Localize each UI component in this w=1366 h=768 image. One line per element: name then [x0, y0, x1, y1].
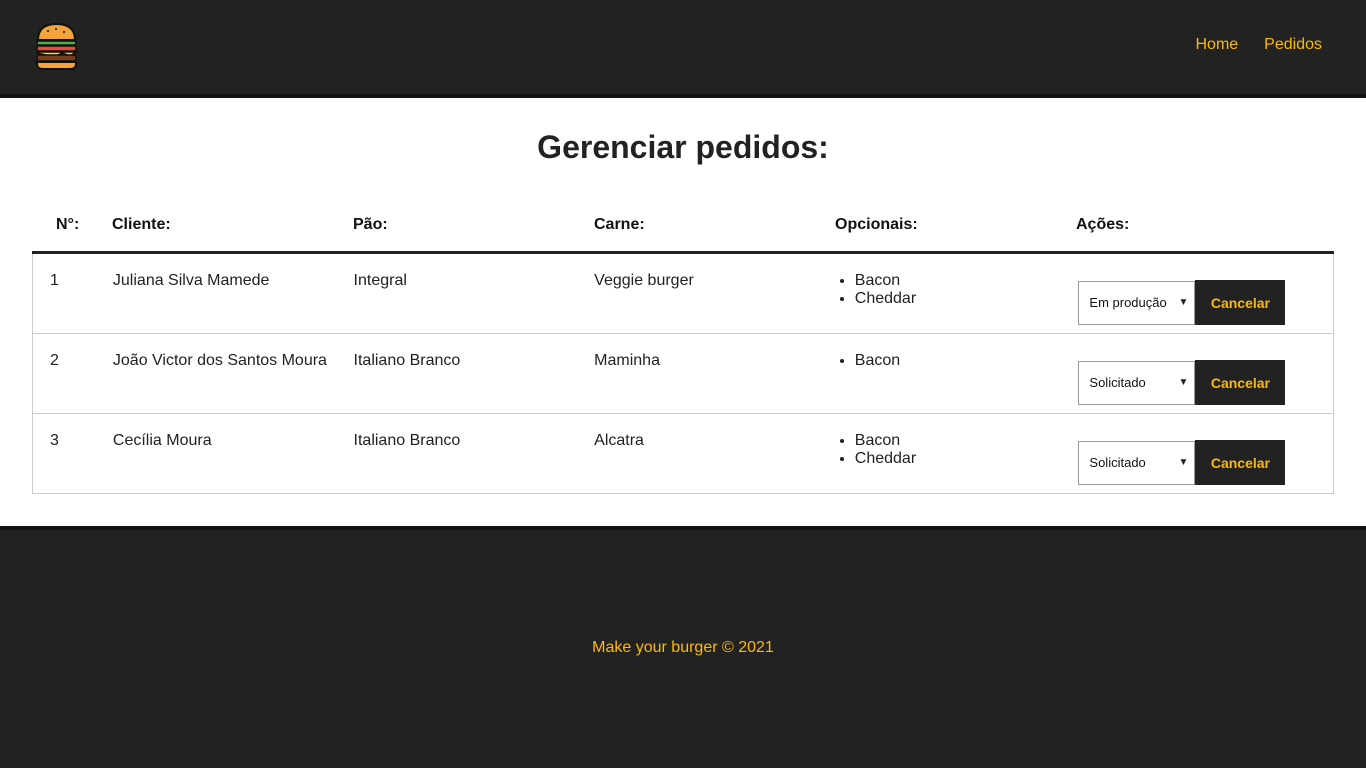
order-options: Bacon Cheddar	[835, 414, 1076, 493]
table-row: 1 Juliana Silva Mamede Integral Veggie b…	[32, 254, 1334, 334]
header-client: Cliente:	[112, 215, 171, 233]
chevron-down-icon: ▼	[1178, 297, 1189, 308]
orders-table: N°: Cliente: Pão: Carne: Opcionais: Açõe…	[32, 196, 1334, 494]
page-title: Gerenciar pedidos:	[537, 129, 829, 165]
burger-icon[interactable]	[34, 22, 79, 70]
header-bread: Pão:	[353, 215, 388, 233]
cancel-button[interactable]: Cancelar	[1195, 360, 1286, 405]
status-select-value: Em produção	[1089, 295, 1167, 310]
order-bread: Integral	[353, 272, 407, 289]
table-row: 3 Cecília Moura Italiano Branco Alcatra …	[32, 414, 1334, 494]
order-meat: Veggie burger	[594, 272, 694, 289]
nav-home-link[interactable]: Home	[1195, 36, 1238, 54]
order-bread: Italiano Branco	[353, 352, 461, 369]
order-options: Bacon Cheddar	[835, 254, 1076, 333]
status-select[interactable]: Solicitado ▼	[1078, 440, 1196, 485]
cancel-button[interactable]: Cancelar	[1195, 280, 1286, 325]
nav-orders-link[interactable]: Pedidos	[1264, 36, 1322, 54]
status-select-value: Solicitado	[1089, 455, 1146, 470]
navbar: Home Pedidos	[0, 0, 1366, 98]
header-actions: Ações:	[1076, 215, 1130, 233]
header-meat: Carne:	[594, 215, 645, 233]
header-number: N°:	[56, 215, 80, 233]
order-client: Juliana Silva Mamede	[112, 272, 270, 289]
chevron-down-icon: ▼	[1178, 457, 1189, 468]
footer: Make your burger © 2021	[0, 530, 1366, 768]
header-options: Opcionais:	[835, 215, 918, 233]
cancel-button[interactable]: Cancelar	[1195, 440, 1286, 485]
order-client: João Victor dos Santos Moura	[112, 352, 327, 369]
order-number: 2	[50, 352, 59, 369]
status-select[interactable]: Solicitado ▼	[1078, 360, 1196, 405]
chevron-down-icon: ▼	[1178, 377, 1189, 388]
option-item: Cheddar	[855, 290, 1076, 308]
table-header: N°: Cliente: Pão: Carne: Opcionais: Açõe…	[32, 196, 1334, 254]
table-row: 2 João Victor dos Santos Moura Italiano …	[32, 334, 1334, 414]
footer-copyright: Make your burger © 2021	[592, 639, 774, 656]
status-select[interactable]: Em produção ▼	[1078, 280, 1196, 325]
order-actions: Solicitado ▼ Cancelar	[1075, 334, 1333, 413]
order-number: 3	[50, 432, 59, 449]
order-actions: Em produção ▼ Cancelar	[1075, 254, 1333, 333]
order-options: Bacon	[835, 334, 1076, 413]
order-meat: Maminha	[594, 352, 660, 369]
order-number: 1	[50, 272, 59, 289]
status-select-value: Solicitado	[1089, 375, 1146, 390]
option-item: Bacon	[855, 352, 1076, 370]
main-content: Gerenciar pedidos: N°: Cliente: Pão: Car…	[0, 98, 1366, 526]
option-item: Cheddar	[855, 450, 1076, 468]
order-actions: Solicitado ▼ Cancelar	[1075, 414, 1333, 493]
order-bread: Italiano Branco	[353, 432, 461, 449]
order-meat: Alcatra	[594, 432, 644, 449]
order-client: Cecília Moura	[112, 432, 212, 449]
option-item: Bacon	[855, 432, 1076, 450]
nav-links: Home Pedidos	[1195, 36, 1322, 54]
option-item: Bacon	[855, 272, 1076, 290]
